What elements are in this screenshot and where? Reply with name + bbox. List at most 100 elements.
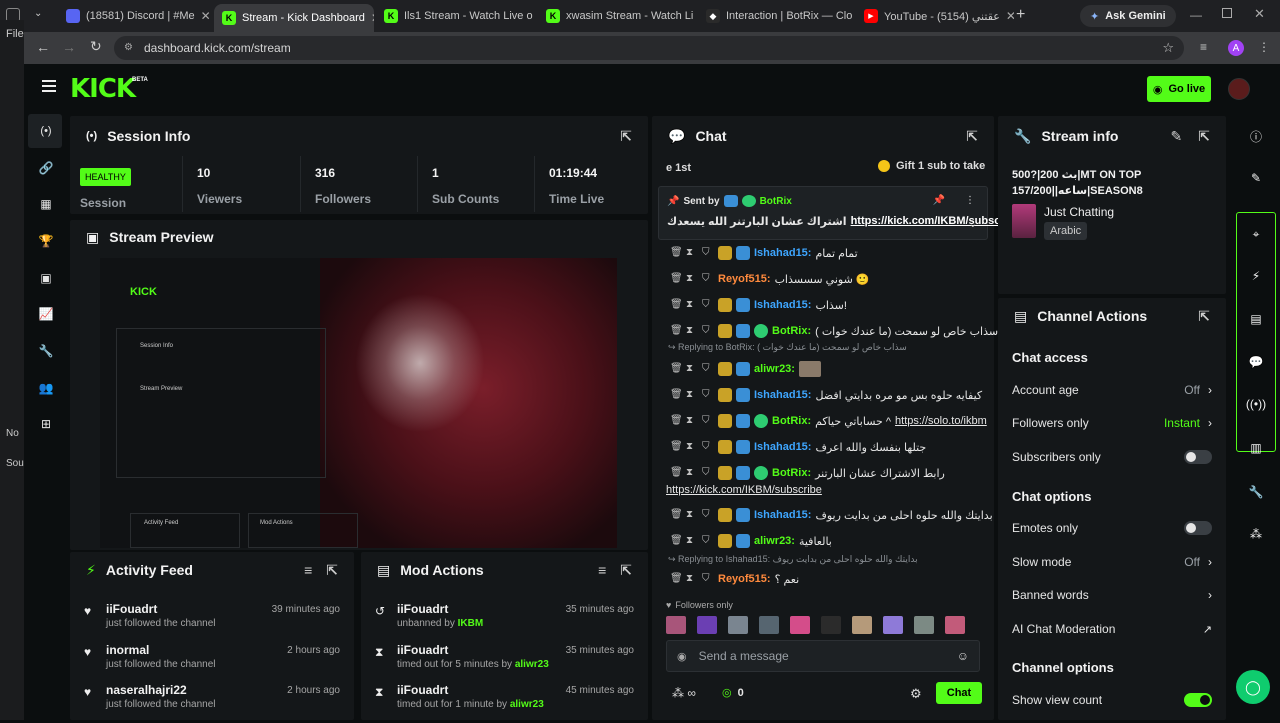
hourglass-icon[interactable]: ⧗ [686,299,698,311]
close-icon[interactable]: ✕ [201,9,210,23]
subscribers-only-toggle[interactable] [1184,450,1212,464]
close-icon[interactable]: ✕ [1006,9,1014,23]
tab-kick-dashboard[interactable]: K Stream - Kick Dashboard ✕ [214,4,374,32]
followers-only-row[interactable]: Followers only Instant › [998,413,1226,433]
minimize-button[interactable]: — [1190,8,1202,22]
forward-button[interactable]: → [62,39,76,55]
emote[interactable] [790,616,810,634]
hamburger-menu-icon[interactable] [42,80,56,92]
chat-username[interactable]: BotRix: [772,415,811,427]
activity-user[interactable]: inormal [106,643,149,657]
shield-icon[interactable]: ⛉ [702,509,714,521]
emote[interactable] [728,616,748,634]
popout-icon[interactable]: ⇱ [620,562,632,579]
chart-icon[interactable]: 📈 [36,304,56,324]
activity-user[interactable]: iiFouadrt [106,602,157,616]
mod-user[interactable]: aliwr23 [515,659,549,670]
close-window-button[interactable]: ✕ [1254,6,1265,22]
popout-icon[interactable]: ⇱ [1198,128,1210,145]
site-info-icon[interactable]: ⚙ [124,42,136,54]
broadcast-icon[interactable]: ((•)) [1244,392,1268,416]
user-avatar[interactable] [1228,78,1250,100]
chat-message[interactable]: 🗑 ⧗ ⛉ BotRix: سذاب خاص لو سمحت (ما عندك خوات… [652,320,998,342]
hourglass-icon[interactable]: ⧗ [686,535,698,547]
chat-message[interactable]: 🗑 ⧗ ⛉ BotRix: رابط الاشتراك عشان البارتنر [652,462,994,484]
filter-icon[interactable]: ≡ [598,562,606,579]
apps-icon[interactable]: ⁂ [1244,522,1268,546]
shield-icon[interactable]: ⛉ [702,247,714,259]
chat-username[interactable]: Ishahad15: [754,389,811,401]
clip-icon[interactable]: ⌖ [1244,222,1268,246]
tab-discord[interactable]: (18581) Discord | #Me ✕ [58,4,210,28]
mod-target-user[interactable]: iiFouadrt [397,602,448,616]
shield-icon[interactable]: ⛉ [702,363,714,375]
dashboard-icon[interactable]: ⊞ [36,414,56,434]
chat-message[interactable]: 🗑 ⧗ ⛉ Ishahad15: كيفايه حلوه بس مو مره بدايت… [652,384,994,406]
trash-icon[interactable]: 🗑 [670,363,683,375]
new-tab-button[interactable]: + [1016,6,1025,24]
shield-icon[interactable]: ⛉ [702,325,714,337]
link-icon[interactable]: 🔗 [36,158,56,178]
trash-icon[interactable]: 🗑 [670,441,683,453]
chat-message[interactable]: 🗑 ⧗ ⛉ Ishahad15: جتلها بنفسك والله اعرف [652,436,994,458]
mod-target-user[interactable]: iiFouadrt [397,683,448,697]
trash-icon[interactable]: 🗑 [670,247,683,259]
chat-username[interactable]: BotRix: [772,467,811,479]
info-icon[interactable]: ⓘ [1244,124,1268,148]
ask-gemini-button[interactable]: ✦ Ask Gemini [1080,5,1176,27]
popout-icon[interactable]: ⇱ [966,128,978,145]
bookmark-star-icon[interactable]: ☆ [1162,40,1174,56]
popout-icon[interactable]: ⇱ [1198,308,1210,325]
emoji-icon[interactable]: ☺ [957,649,969,663]
video-icon[interactable]: ▣ [36,268,56,288]
emote[interactable] [945,616,965,634]
mod-target-user[interactable]: iiFouadrt [397,643,448,657]
browser-menu-icon[interactable]: ⋮ [1258,40,1270,54]
hourglass-icon[interactable]: ⧗ [686,415,698,427]
hourglass-icon[interactable]: ⧗ [686,573,698,585]
maximize-button[interactable] [1222,8,1232,18]
emote[interactable] [697,616,717,634]
trash-icon[interactable]: 🗑 [670,509,683,521]
reload-button[interactable]: ↻ [90,38,102,55]
hourglass-icon[interactable]: ⧗ [686,363,698,375]
chat-username[interactable]: Ishahad15: [754,509,811,521]
hourglass-icon[interactable]: ⧗ [686,389,698,401]
bolt-icon[interactable]: ⚡ [1244,264,1268,288]
tab-xwasim-stream[interactable]: K xwasim Stream - Watch Li ✕ [538,4,696,28]
trophy-icon[interactable]: 🏆 [36,231,56,251]
channel-points[interactable]: ◎ 0 [722,686,744,700]
slow-mode-row[interactable]: Slow mode Off › [998,552,1226,572]
edit-icon[interactable]: ✎ [1244,166,1268,190]
kick-logo[interactable]: KICK [70,74,136,104]
stream-icon[interactable]: (•) [36,121,56,141]
emote[interactable] [883,616,903,634]
trash-icon[interactable]: 🗑 [670,389,683,401]
hourglass-icon[interactable]: ⧗ [686,441,698,453]
category-thumbnail[interactable] [1012,204,1036,238]
trash-icon[interactable]: 🗑 [670,325,683,337]
users-icon[interactable]: 👥 [36,378,56,398]
hourglass-icon[interactable]: ⧗ [686,273,698,285]
emote[interactable] [914,616,934,634]
stream-preview-video[interactable]: KICK Session Info Stream Preview Activit… [100,258,617,548]
chat-message[interactable]: 🗑 ⧗ ⛉ Ishahad15: تمام تمام [652,242,994,264]
show-view-count-toggle[interactable] [1184,693,1212,707]
trash-icon[interactable]: 🗑 [670,299,683,311]
shield-icon[interactable]: ⛉ [702,535,714,547]
chat-bubble-icon[interactable]: 💬 [1244,350,1268,374]
pinned-link[interactable]: https://kick.com/IKBM/subscribe [851,215,1021,228]
url-field[interactable]: ⚙ dashboard.kick.com/stream ☆ [114,36,1184,60]
chat-message[interactable]: 🗑 ⧗ ⛉ aliwr23: [652,358,994,380]
mod-user[interactable]: aliwr23 [510,699,544,710]
back-button[interactable]: ← [36,39,50,55]
analytics-icon[interactable]: ▦ [36,194,56,214]
ai-moderation-row[interactable]: AI Chat Moderation ↗ [998,619,1226,639]
pinned-user[interactable]: BotRix [760,196,792,207]
support-chat-icon[interactable]: ◯ [1236,670,1270,704]
shield-icon[interactable]: ⛉ [702,441,714,453]
shield-icon[interactable]: ⛉ [702,573,714,585]
chat-mode-icon[interactable]: ◉ [677,650,687,663]
unpin-icon[interactable]: 📌 [933,195,945,206]
emote[interactable] [666,616,686,634]
